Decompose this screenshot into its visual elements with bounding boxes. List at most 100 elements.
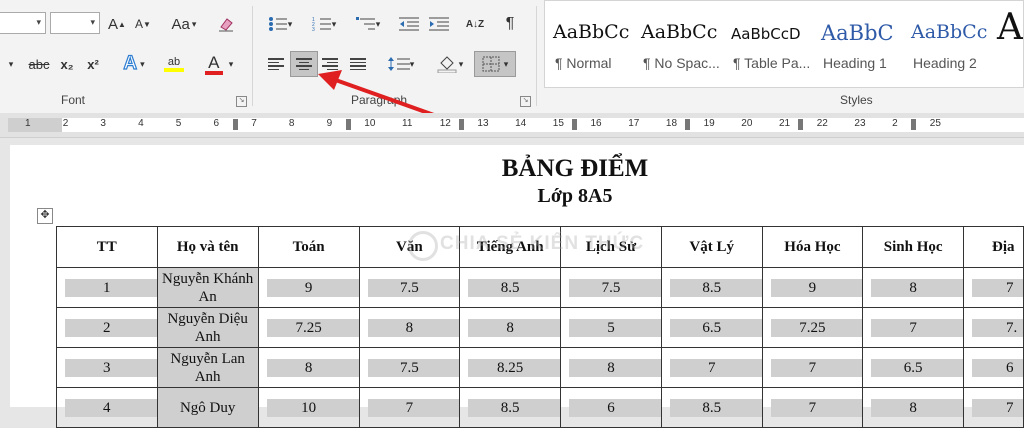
text-effects-button[interactable]: A ▾ <box>118 52 150 76</box>
table-cell[interactable]: 8.5 <box>459 267 562 308</box>
cell-text: 7 <box>808 359 817 376</box>
cell-text: 8.5 <box>702 399 722 416</box>
table-cell[interactable]: 9 <box>761 267 864 308</box>
paragraph-dialog-launcher-icon[interactable]: ↘ <box>520 96 531 107</box>
ruler-column-marker[interactable] <box>684 119 690 130</box>
student-name-cell[interactable]: Nguyễn Lan Anh <box>156 347 259 388</box>
ruler-tick-label: 6 <box>213 118 220 129</box>
ruler-tick-label: 10 <box>364 118 376 129</box>
table-cell[interactable]: 6 <box>560 387 662 428</box>
change-case-button[interactable]: Aa ▾ <box>166 12 202 36</box>
table-cell[interactable]: 7 <box>963 387 1024 428</box>
student-name-cell[interactable]: Ngô Duy <box>156 387 259 428</box>
header-cell[interactable]: Hóa Học <box>761 226 864 268</box>
table-cell[interactable]: 8.5 <box>660 267 763 308</box>
ruler-column-marker[interactable] <box>232 119 238 130</box>
header-cell[interactable]: Họ và tên <box>156 226 259 268</box>
table-cell[interactable]: 6 <box>963 347 1024 388</box>
ruler-column-marker[interactable] <box>458 119 464 130</box>
ruler-column-marker[interactable] <box>911 119 917 130</box>
style-heading-1[interactable]: AaBbC Heading 1 <box>815 7 905 77</box>
table-cell[interactable]: 7 <box>358 387 461 428</box>
table-cell[interactable]: 4 <box>56 387 158 428</box>
header-cell[interactable]: Vật Lý <box>660 226 763 268</box>
document-page[interactable]: BẢNG ĐIỂM Lớp 8A5 ✥ TT Họ và tên Toán Vă… <box>10 145 1024 428</box>
ruler-tick-label: 5 <box>175 118 182 129</box>
cell-text: Ngô Duy <box>179 399 236 416</box>
table-cell[interactable]: 6.5 <box>660 307 763 348</box>
table-cell[interactable]: 7 <box>761 387 864 428</box>
font-name-combo[interactable]: ▾ <box>0 12 46 34</box>
font-more-chevron-icon[interactable]: ▾ <box>4 52 18 76</box>
strikethrough-button[interactable]: abc <box>24 52 54 76</box>
watermark-logo-icon <box>408 231 438 261</box>
font-size-combo[interactable]: ▾ <box>50 12 100 34</box>
table-cell[interactable]: 8 <box>459 307 562 348</box>
table-cell[interactable]: 2 <box>56 307 158 348</box>
font-color-button[interactable]: A ▾ <box>200 52 238 76</box>
table-cell[interactable]: 7 <box>761 347 864 388</box>
table-cell[interactable]: 5 <box>560 307 662 348</box>
horizontal-ruler[interactable]: 1 2 3 4 5 6 7 8 9 10 11 12 13 14 15 16 17 18 19 20 21 22 23 2 25 <box>0 113 1024 138</box>
show-formatting-marks-button[interactable]: ¶ <box>498 12 522 36</box>
text-highlight-button[interactable]: ab <box>156 52 192 76</box>
align-left-button[interactable] <box>264 52 288 76</box>
table-cell[interactable]: 10 <box>257 387 360 428</box>
table-cell[interactable]: 9 <box>257 267 360 308</box>
subscript-button[interactable]: x₂ <box>56 52 78 76</box>
table-move-handle-icon[interactable]: ✥ <box>37 208 53 224</box>
table-cell[interactable]: 7.5 <box>358 347 461 388</box>
ruler-tick-label: 15 <box>552 118 564 129</box>
student-name-cell[interactable]: Nguyễn Diệu Anh <box>156 307 259 348</box>
table-cell[interactable]: 7.25 <box>257 307 360 348</box>
sort-button[interactable]: A↓Z <box>462 12 488 36</box>
table-cell[interactable]: 1 <box>56 267 158 308</box>
font-dialog-launcher-icon[interactable]: ↘ <box>236 96 247 107</box>
table-cell[interactable]: 7.25 <box>761 307 864 348</box>
ruler-tick-label: 22 <box>816 118 828 129</box>
table-cell[interactable]: 8 <box>862 387 965 428</box>
style-no-spacing[interactable]: AaBbCc ¶ No Spac... <box>635 7 725 77</box>
table-cell[interactable]: 7 <box>963 267 1024 308</box>
table-cell[interactable]: 8.5 <box>660 387 763 428</box>
style-title[interactable]: A <box>995 7 1023 77</box>
ruler-tick-label: 2 <box>62 118 69 129</box>
table-cell[interactable]: 7 <box>660 347 763 388</box>
grades-table[interactable]: TT Họ và tên Toán Văn Tiếng Anh Lịch Sử … <box>56 226 1024 428</box>
grow-font-button[interactable]: A ▲ <box>106 12 128 36</box>
style-heading-2[interactable]: AaBbCc Heading 2 <box>905 7 995 77</box>
table-cell[interactable]: 8.25 <box>459 347 562 388</box>
header-cell[interactable]: Sinh Học <box>862 226 965 268</box>
student-name-cell[interactable]: Nguyễn Khánh An <box>156 267 259 308</box>
table-cell[interactable]: 8 <box>257 347 360 388</box>
cell-text: 8.25 <box>497 359 524 376</box>
style-table-paragraph[interactable]: AaBbCcD ¶ Table Pa... <box>725 7 815 77</box>
increase-indent-button[interactable] <box>426 12 452 36</box>
header-cell[interactable]: Toán <box>257 226 360 268</box>
table-cell[interactable]: 6.5 <box>862 347 965 388</box>
shrink-font-button[interactable]: A ▼ <box>132 12 154 36</box>
header-cell[interactable]: Địa <box>963 226 1024 268</box>
table-cell[interactable]: 3 <box>56 347 158 388</box>
group-separator <box>252 6 253 106</box>
multilevel-list-button[interactable]: ▾ <box>350 12 386 36</box>
table-cell[interactable]: 7 <box>862 307 965 348</box>
bullets-button[interactable]: ▾ <box>262 12 298 36</box>
style-normal[interactable]: AaBbCc ¶ Normal <box>547 7 637 77</box>
clear-formatting-icon[interactable] <box>214 12 238 36</box>
ruler-column-marker[interactable] <box>798 119 803 130</box>
decrease-indent-button[interactable] <box>396 12 422 36</box>
table-cell[interactable]: 8.5 <box>459 387 562 428</box>
table-cell[interactable]: 8 <box>862 267 965 308</box>
numbering-button[interactable]: 1 2 3 ▾ <box>306 12 342 36</box>
header-cell[interactable]: TT <box>56 226 158 268</box>
table-cell[interactable]: 7.5 <box>358 267 461 308</box>
superscript-button[interactable]: x² <box>82 52 104 76</box>
table-cell[interactable]: 7. <box>963 307 1024 348</box>
ruler-column-marker[interactable] <box>345 119 351 130</box>
table-cell[interactable]: 7.5 <box>560 267 662 308</box>
table-cell[interactable]: 8 <box>358 307 461 348</box>
table-cell[interactable]: 8 <box>560 347 662 388</box>
cell-text: 7.25 <box>295 319 322 336</box>
ruler-column-marker[interactable] <box>571 119 577 130</box>
